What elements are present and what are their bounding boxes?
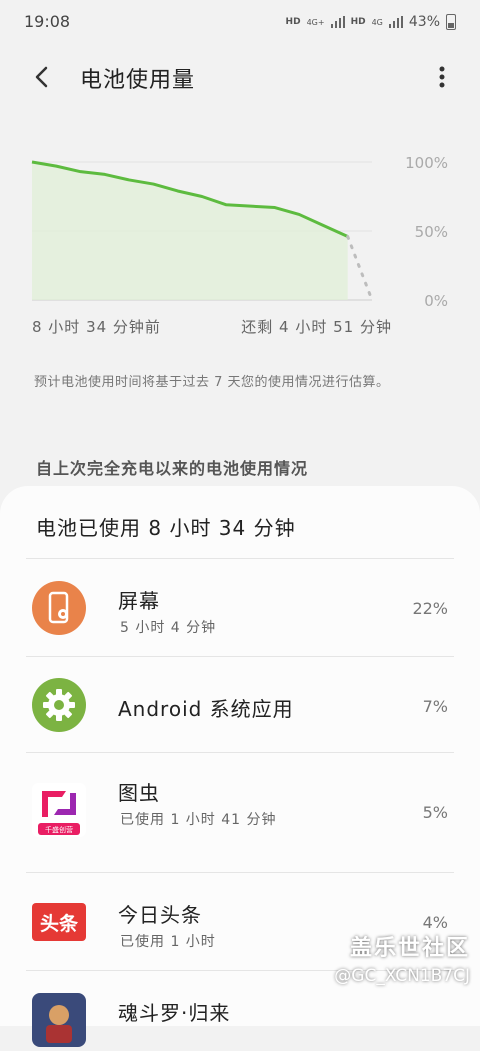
app-name: 屏幕 <box>118 589 160 613</box>
chart-caption-left: 8 小时 34 分钟前 <box>32 318 161 336</box>
signal-icon <box>330 16 345 28</box>
app-row-tuchong[interactable]: 千盛创营 图虫 已使用 1 小时 41 分钟 5% <box>26 752 454 873</box>
usage-summary: 电池已使用 8 小时 34 分钟 <box>36 516 296 540</box>
more-vert-icon <box>439 66 445 88</box>
section-header: 自上次完全充电以来的电池使用情况 <box>36 459 309 478</box>
chart-caption-right: 还剩 4 小时 51 分钟 <box>241 318 392 336</box>
app-row-android-system[interactable]: Android 系统应用 7% <box>26 656 454 753</box>
app-bar: 电池使用量 <box>0 46 480 110</box>
game-icon <box>32 993 86 1047</box>
tuchong-icon-label: 千盛创营 <box>45 825 73 834</box>
app-name: 今日头条 <box>118 903 202 927</box>
battery-icon <box>446 14 456 30</box>
app-detail: 已使用 1 小时 <box>120 934 216 950</box>
chart-time-caption: 8 小时 34 分钟前 还剩 4 小时 51 分钟 <box>32 316 392 337</box>
y-tick-label: 0% <box>424 292 448 310</box>
app-percent: 7% <box>422 697 448 716</box>
app-detail: 已使用 1 小时 41 分钟 <box>120 812 277 828</box>
watermark: 盖乐世社区 @GC_XCN1B7CJ <box>334 930 470 986</box>
page-title: 电池使用量 <box>80 68 196 93</box>
app-detail: 5 小时 4 分钟 <box>120 620 217 636</box>
hd-label-2: HD <box>350 17 366 27</box>
status-bar: 19:08 HD 4G+ HD 4G 43% <box>0 0 480 46</box>
network-type-label: 4G+ <box>306 17 325 27</box>
gear-icon <box>32 678 86 732</box>
tuchong-icon: 千盛创营 <box>32 783 86 837</box>
watermark-brand: 盖乐世社区 <box>349 936 470 961</box>
toutiao-icon: 头条 <box>32 903 86 941</box>
app-percent: 22% <box>412 599 448 618</box>
battery-forecast-line <box>346 235 374 302</box>
y-tick-label: 100% <box>405 154 448 172</box>
signal-icon-2 <box>388 16 403 28</box>
y-tick-label: 50% <box>415 223 448 241</box>
app-name: 图虫 <box>118 781 160 805</box>
toutiao-icon-label: 头条 <box>40 912 79 935</box>
battery-percent: 43% <box>408 14 440 30</box>
app-name: 魂斗罗·归来 <box>118 1001 231 1025</box>
status-icons: HD 4G+ HD 4G 43% <box>286 14 456 30</box>
back-button[interactable] <box>28 60 58 94</box>
screen-icon <box>32 581 86 635</box>
watermark-user: @GC_XCN1B7CJ <box>334 966 470 986</box>
app-percent: 5% <box>422 803 448 822</box>
chart-fill-area <box>32 162 348 300</box>
estimate-note: 预计电池使用时间将基于过去 7 天您的使用情况进行估算。 <box>34 375 390 390</box>
app-row-screen[interactable]: 屏幕 5 小时 4 分钟 22% <box>26 558 454 657</box>
battery-chart: 100% 50% 0% <box>0 140 480 340</box>
status-time: 19:08 <box>24 12 71 31</box>
network-type-label-2: 4G <box>371 17 383 27</box>
hd-label: HD <box>285 17 301 27</box>
more-options-button[interactable] <box>432 64 452 90</box>
app-name: Android 系统应用 <box>118 697 294 721</box>
back-arrow-icon <box>35 66 48 88</box>
